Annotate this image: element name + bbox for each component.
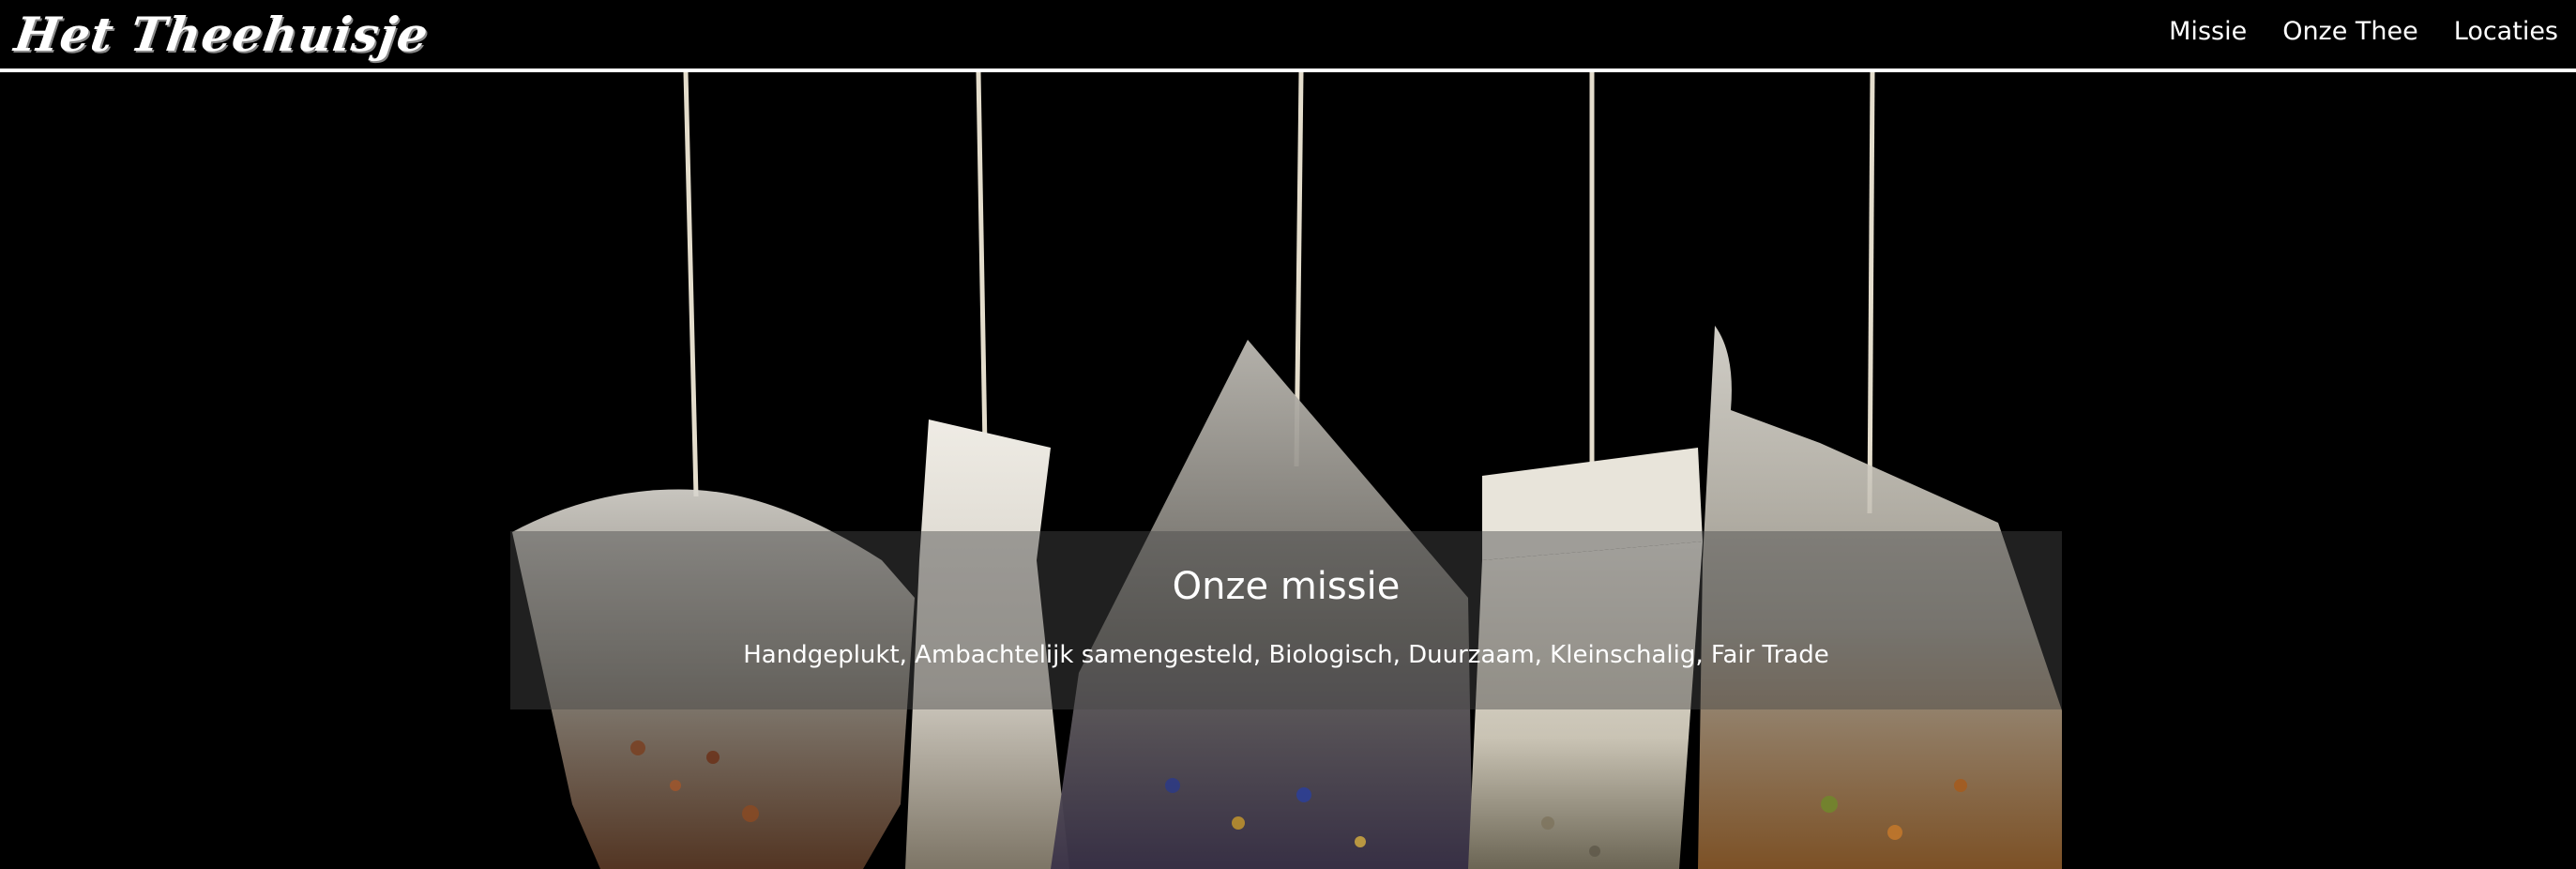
hero-section: Onze missie Handgeplukt, Ambachtelijk sa… xyxy=(0,72,2576,869)
hero-title: Onze missie xyxy=(1172,565,1401,608)
tea-bags-hero-image xyxy=(512,72,2062,869)
hero-subtitle: Handgeplukt, Ambachtelijk samengesteld, … xyxy=(743,641,1829,669)
main-nav: Missie Onze Thee Locaties xyxy=(2151,0,2576,62)
hero-caption: Onze missie Handgeplukt, Ambachtelijk sa… xyxy=(510,531,2062,709)
site-logo[interactable]: Het Theehuisje xyxy=(10,4,432,66)
site-header: Het Theehuisje Missie Onze Thee Locaties xyxy=(0,0,2576,69)
nav-link-locaties[interactable]: Locaties xyxy=(2436,17,2576,46)
nav-link-onze-thee[interactable]: Onze Thee xyxy=(2265,17,2436,46)
nav-link-missie[interactable]: Missie xyxy=(2151,17,2265,46)
